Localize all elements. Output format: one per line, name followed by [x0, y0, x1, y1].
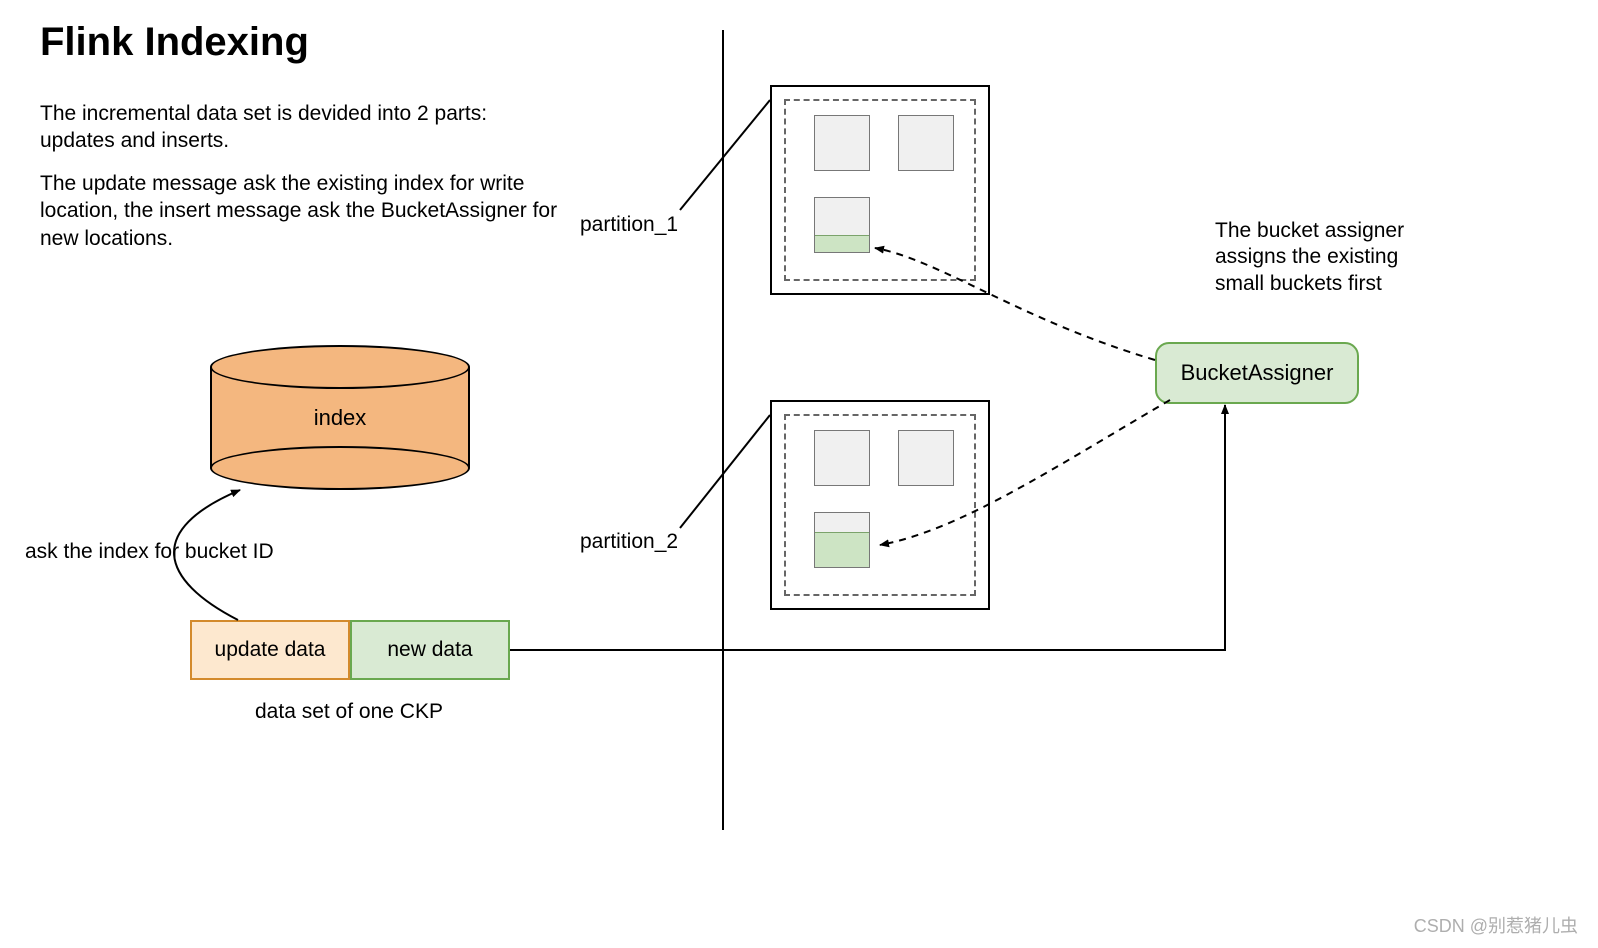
- partition-2-box: [770, 400, 990, 610]
- bucket-icon: [898, 430, 954, 486]
- new-data-box: new data: [350, 620, 510, 680]
- partition-2-label: partition_2: [580, 530, 678, 554]
- data-set-caption: data set of one CKP: [255, 700, 443, 724]
- update-data-box: update data: [190, 620, 350, 680]
- description-paragraph-1: The incremental data set is devided into…: [40, 100, 560, 155]
- index-label: index: [210, 405, 470, 431]
- bucket-assigner-box: BucketAssigner: [1155, 342, 1359, 404]
- bucket-icon: [814, 115, 870, 171]
- watermark-text: CSDN @别惹猪儿虫: [1414, 912, 1578, 938]
- description-paragraph-2: The update message ask the existing inde…: [40, 170, 560, 252]
- partition-1-label: partition_1: [580, 213, 678, 237]
- bucket-icon: [814, 430, 870, 486]
- index-cylinder: index: [210, 345, 470, 490]
- bucket-small-icon: [814, 197, 870, 253]
- index-note: ask the index for bucket ID: [25, 540, 274, 564]
- bucket-small-icon: [814, 512, 870, 568]
- bucket-icon: [898, 115, 954, 171]
- partition-1-box: [770, 85, 990, 295]
- diagram-title: Flink Indexing: [40, 20, 309, 65]
- bucket-assigner-note: The bucket assigner assigns the existing…: [1215, 218, 1415, 297]
